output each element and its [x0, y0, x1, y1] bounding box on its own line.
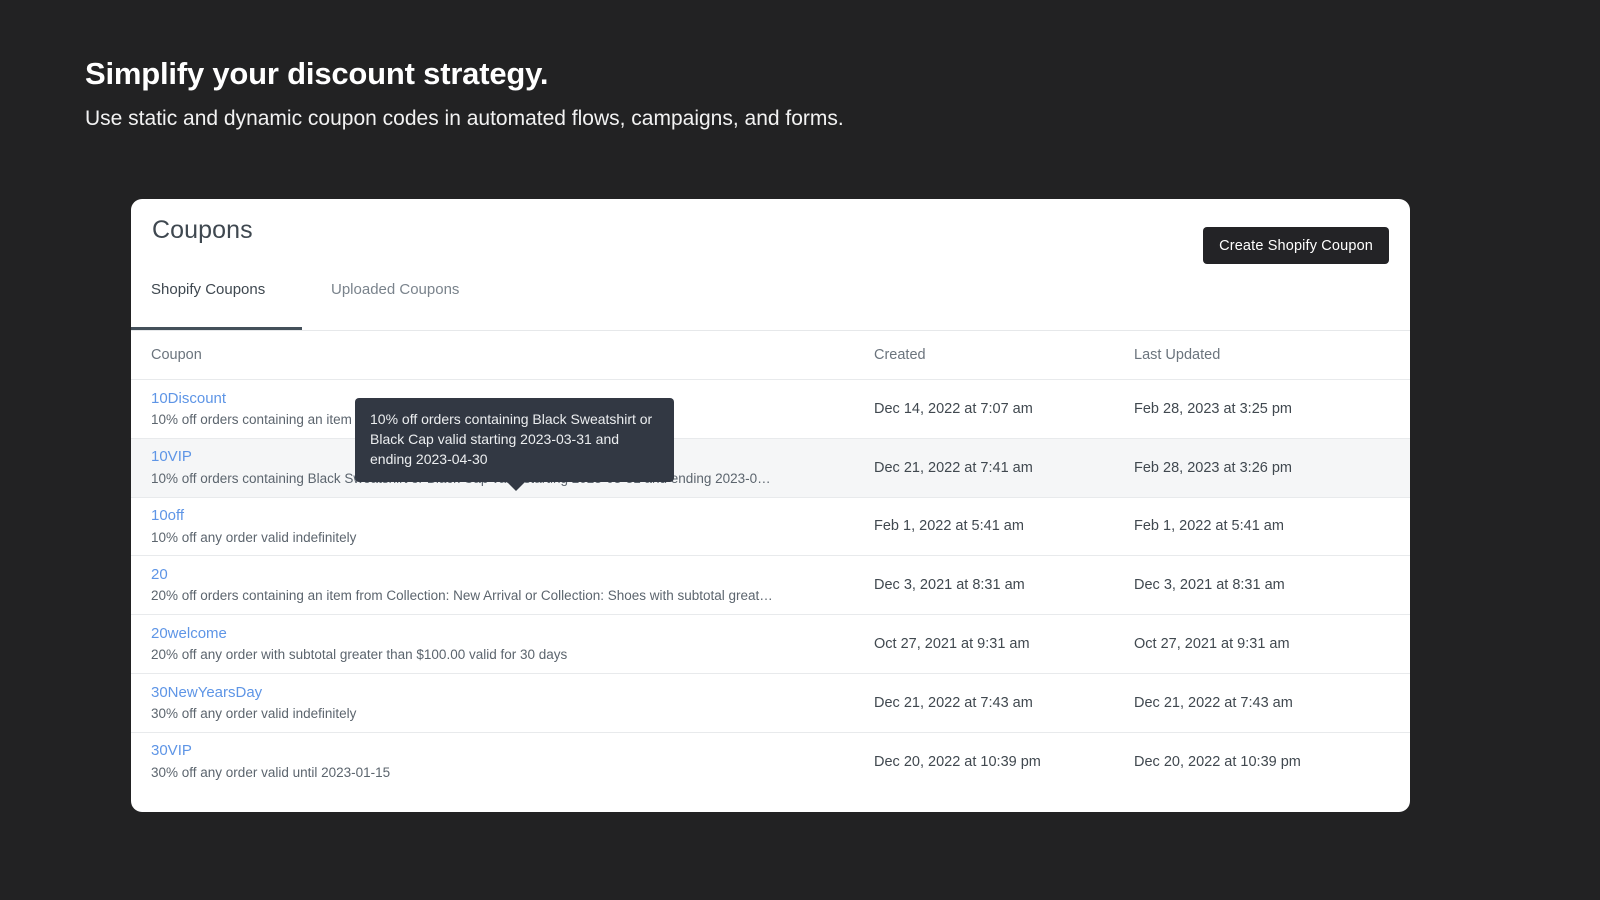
coupon-code-link[interactable]: 10off	[151, 506, 874, 526]
cell-created: Dec 3, 2021 at 8:31 am	[874, 577, 1025, 594]
cell-coupon: 20welcome 20% off any order with subtotal…	[151, 624, 874, 664]
table-row[interactable]: 30VIP 30% off any order valid until 2023-…	[131, 731, 1410, 791]
table-row[interactable]: 10off 10% off any order valid indefinitel…	[131, 496, 1410, 556]
coupon-description: 20% off any order with subtotal greater …	[151, 647, 568, 663]
tooltip-arrow-icon	[506, 481, 526, 492]
cell-created: Dec 21, 2022 at 7:41 am	[874, 459, 1033, 476]
table-row[interactable]: 30NewYearsDay 30% off any order valid ind…	[131, 672, 1410, 732]
page-subtitle: Use static and dynamic coupon codes in a…	[85, 107, 844, 131]
cell-last-updated: Feb 1, 2022 at 5:41 am	[1134, 518, 1284, 535]
coupon-code-link[interactable]: 30VIP	[151, 741, 874, 761]
cell-created: Dec 21, 2022 at 7:43 am	[874, 694, 1033, 711]
tab-bar: Shopify Coupons Uploaded Coupons	[131, 275, 1410, 330]
create-shopify-coupon-button[interactable]: Create Shopify Coupon	[1203, 227, 1389, 264]
tab-uploaded-coupons-label: Uploaded Coupons	[331, 281, 460, 298]
coupon-description-tooltip: 10% off orders containing Black Sweatshi…	[355, 398, 674, 492]
coupon-description: 30% off any order valid indefinitely	[151, 705, 357, 721]
coupon-description: 20% off orders containing an item from C…	[151, 588, 773, 604]
cell-last-updated: Feb 28, 2023 at 3:26 pm	[1134, 459, 1292, 476]
table-row[interactable]: 20 20% off orders containing an item from…	[131, 555, 1410, 615]
hero-section: Simplify your discount strategy. Use sta…	[85, 55, 1285, 132]
table-header-row: Coupon Created Last Updated	[131, 331, 1410, 379]
coupon-description: 10% off any order valid indefinitely	[151, 529, 357, 545]
tab-shopify-coupons[interactable]: Shopify Coupons	[131, 275, 302, 330]
cell-created: Dec 20, 2022 at 10:39 pm	[874, 753, 1041, 770]
page-title: Simplify your discount strategy.	[85, 56, 549, 91]
page-root: Simplify your discount strategy. Use sta…	[0, 0, 1600, 900]
coupon-code-link[interactable]: 20welcome	[151, 624, 874, 644]
cell-coupon: 30VIP 30% off any order valid until 2023-…	[151, 741, 874, 781]
cell-coupon: 10off 10% off any order valid indefinitel…	[151, 506, 874, 546]
card-title: Coupons	[152, 216, 253, 244]
cell-created: Feb 1, 2022 at 5:41 am	[874, 518, 1024, 535]
cell-last-updated: Feb 28, 2023 at 3:25 pm	[1134, 400, 1292, 417]
card-header: Coupons Create Shopify Coupon Shopify Co…	[131, 199, 1410, 331]
cell-coupon: 20 20% off orders containing an item from…	[151, 565, 874, 605]
cell-last-updated: Oct 27, 2021 at 9:31 am	[1134, 636, 1290, 653]
cell-created: Oct 27, 2021 at 9:31 am	[874, 636, 1030, 653]
tab-uploaded-coupons[interactable]: Uploaded Coupons	[302, 275, 459, 330]
tooltip-text: 10% off orders containing Black Sweatshi…	[370, 411, 653, 468]
table-body: 10Discount 10% off orders containing an i…	[131, 379, 1410, 791]
coupon-code-link[interactable]: 20	[151, 565, 874, 585]
coupon-description: 30% off any order valid until 2023-01-15	[151, 764, 391, 780]
cell-coupon: 30NewYearsDay 30% off any order valid ind…	[151, 683, 874, 723]
table-row[interactable]: 10Discount 10% off orders containing an i…	[131, 379, 1410, 438]
tab-shopify-coupons-label: Shopify Coupons	[151, 281, 266, 298]
column-header-last-updated: Last Updated	[1134, 347, 1221, 363]
coupon-code-link[interactable]: 30NewYearsDay	[151, 683, 874, 703]
cell-last-updated: Dec 21, 2022 at 7:43 am	[1134, 694, 1293, 711]
coupons-card: Coupons Create Shopify Coupon Shopify Co…	[131, 199, 1410, 812]
coupons-table: Coupon Created Last Updated 10Discount 10…	[131, 331, 1410, 812]
cell-created: Dec 14, 2022 at 7:07 am	[874, 400, 1033, 417]
table-row[interactable]: 20welcome 20% off any order with subtotal…	[131, 614, 1410, 673]
table-row[interactable]: 10VIP10% off orders containing Black Swe…	[131, 437, 1410, 497]
cell-last-updated: Dec 3, 2021 at 8:31 am	[1134, 577, 1285, 594]
cell-last-updated: Dec 20, 2022 at 10:39 pm	[1134, 753, 1301, 770]
column-header-created: Created	[874, 347, 926, 363]
column-header-coupon: Coupon	[151, 347, 202, 363]
